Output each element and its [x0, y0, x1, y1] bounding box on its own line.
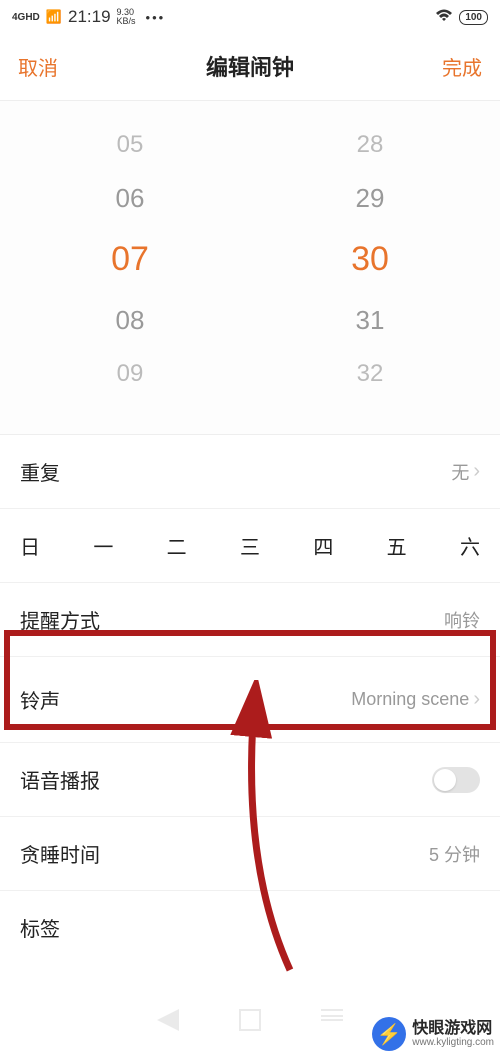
snooze-row[interactable]: 贪睡时间 5 分钟	[0, 817, 500, 891]
weekday-thu[interactable]: 四	[313, 531, 333, 560]
weekday-row: 日 一 二 三 四 五 六	[0, 509, 500, 583]
hour-wheel[interactable]: 05 06 07 08 09	[34, 119, 226, 400]
repeat-label: 重复	[20, 457, 60, 486]
cancel-button[interactable]: 取消	[18, 52, 58, 81]
snooze-label: 贪睡时间	[20, 839, 100, 868]
network-indicator: 4GHD	[12, 12, 40, 23]
weekday-mon[interactable]: 一	[93, 531, 113, 560]
voice-row: 语音播报	[0, 743, 500, 817]
picker-item: 29	[356, 171, 385, 226]
status-time: 21:19	[68, 7, 111, 27]
picker-item: 05	[117, 119, 144, 171]
picker-item: 31	[356, 293, 385, 348]
remind-label: 提醒方式	[20, 605, 100, 634]
bolt-icon: ⚡	[372, 1017, 406, 1051]
ringtone-value: Morning scene	[351, 689, 469, 710]
picker-item: 09	[117, 348, 144, 400]
chevron-right-icon: ›	[473, 688, 480, 711]
repeat-row[interactable]: 重复 无 ›	[0, 435, 500, 509]
battery-indicator: 100	[459, 10, 488, 25]
net-speed: 9.30KB/s	[117, 8, 136, 26]
status-bar: 4GHD 📶 21:19 9.30KB/s ••• 100	[0, 0, 500, 34]
watermark-title: 快眼游戏网	[412, 1020, 494, 1038]
picker-item-selected: 07	[111, 226, 149, 293]
weekday-wed[interactable]: 三	[240, 531, 260, 560]
voice-label: 语音播报	[20, 765, 100, 794]
picker-item: 28	[357, 119, 384, 171]
weekday-fri[interactable]: 五	[387, 531, 407, 560]
done-button[interactable]: 完成	[442, 52, 482, 81]
home-icon	[239, 1009, 261, 1031]
voice-toggle[interactable]	[432, 767, 480, 793]
picker-item: 32	[357, 348, 384, 400]
remind-value: 响铃	[444, 607, 480, 633]
watermark: ⚡ 快眼游戏网 www.kyligting.com	[372, 1017, 494, 1051]
weekday-sat[interactable]: 六	[460, 531, 480, 560]
weekday-tue[interactable]: 二	[167, 531, 187, 560]
picker-item: 06	[116, 171, 145, 226]
weekday-sun[interactable]: 日	[20, 531, 40, 560]
wifi-icon	[435, 9, 453, 26]
time-picker[interactable]: 05 06 07 08 09 28 29 30 31 32	[0, 100, 500, 435]
android-nav-bar	[157, 1009, 343, 1031]
nav-bar: 取消 编辑闹钟 完成	[0, 34, 500, 100]
ringtone-label: 铃声	[20, 685, 60, 714]
snooze-value: 5 分钟	[429, 841, 480, 867]
remind-row[interactable]: 提醒方式 响铃	[0, 583, 500, 657]
chevron-right-icon: ›	[473, 460, 480, 483]
tag-label: 标签	[20, 913, 60, 942]
picker-item-selected: 30	[351, 226, 389, 293]
ringtone-row[interactable]: 铃声 Morning scene ›	[0, 657, 500, 743]
signal-icon: 📶	[46, 9, 62, 25]
more-dots-icon: •••	[146, 10, 166, 25]
watermark-url: www.kyligting.com	[412, 1037, 494, 1048]
recents-icon	[321, 1009, 343, 1021]
page-title: 编辑闹钟	[206, 50, 294, 82]
repeat-value: 无	[451, 459, 469, 485]
minute-wheel[interactable]: 28 29 30 31 32	[274, 119, 466, 400]
back-icon	[157, 1009, 179, 1031]
picker-item: 08	[116, 293, 145, 348]
tag-row[interactable]: 标签	[0, 891, 500, 964]
